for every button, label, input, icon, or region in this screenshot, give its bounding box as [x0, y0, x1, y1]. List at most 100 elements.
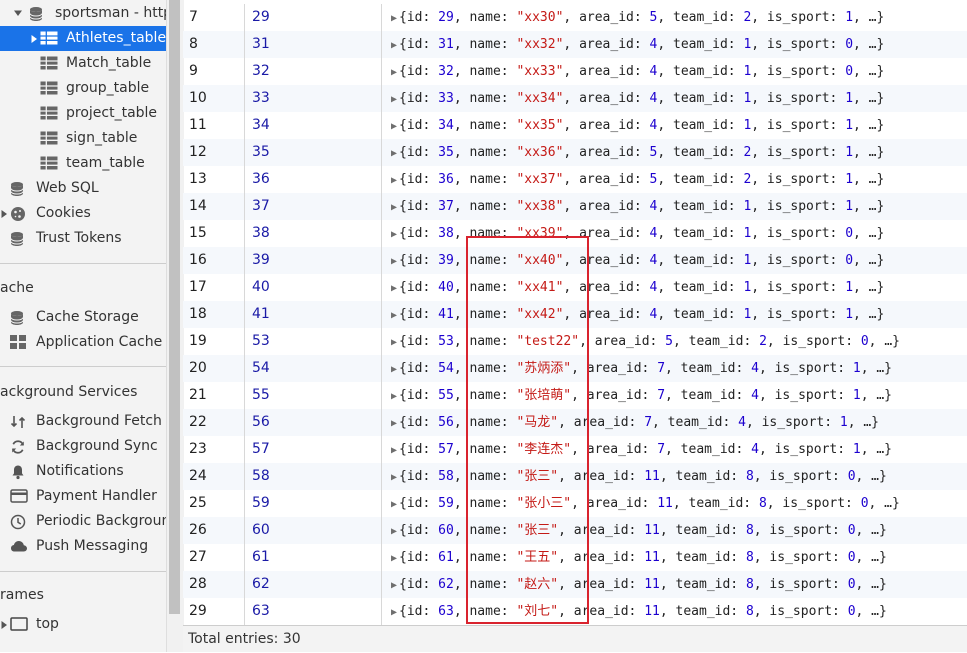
- table-row[interactable]: 19 53 ▶ {id: 53, name: "test22", area_id: 5…: [183, 328, 967, 355]
- expand-arrow-icon[interactable]: ▶: [391, 67, 397, 78]
- value-name: "张小三": [516, 496, 572, 511]
- value-cell[interactable]: ▶ {id: 60, name: "张三", area_id: 11, team_…: [383, 517, 967, 544]
- table-row[interactable]: 9 32 ▶ {id: 32, name: "xx33", area_id: 4, t…: [183, 58, 967, 85]
- value-key-text: , area_id:: [563, 91, 650, 106]
- expand-arrow-icon[interactable]: ▶: [391, 13, 397, 24]
- value-cell[interactable]: ▶ {id: 38, name: "xx39", area_id: 4, team…: [383, 220, 967, 247]
- value-cell[interactable]: ▶ {id: 56, name: "马龙", area_id: 7, team_i…: [383, 409, 967, 436]
- sidebar-item-notifications[interactable]: Notifications: [0, 459, 166, 484]
- expand-arrow-icon[interactable]: ▶: [391, 364, 397, 375]
- value-is-sport: 1: [845, 172, 854, 187]
- table-row[interactable]: 24 58 ▶ {id: 58, name: "张三", area_id: 11, t…: [183, 463, 967, 490]
- expand-arrow-icon[interactable]: ▶: [391, 580, 397, 591]
- sidebar-item-payment-handler[interactable]: Payment Handler: [0, 484, 166, 509]
- table-row[interactable]: 26 60 ▶ {id: 60, name: "张三", area_id: 11, t…: [183, 517, 967, 544]
- expand-arrow-icon[interactable]: ▶: [391, 229, 397, 240]
- table-row[interactable]: 11 34 ▶ {id: 34, name: "xx35", area_id: 4, …: [183, 112, 967, 139]
- value-cell[interactable]: ▶ {id: 61, name: "王五", area_id: 11, team_…: [383, 544, 967, 571]
- expand-arrow-icon[interactable]: ▶: [391, 121, 397, 132]
- sidebar-item-periodic-backgroun[interactable]: Periodic Backgroun: [0, 509, 166, 534]
- value-cell[interactable]: ▶ {id: 29, name: "xx30", area_id: 5, team…: [383, 4, 967, 31]
- value-is-sport: 1: [845, 280, 854, 295]
- value-cell[interactable]: ▶ {id: 37, name: "xx38", area_id: 4, team…: [383, 193, 967, 220]
- expand-arrow-icon[interactable]: ▶: [391, 607, 397, 618]
- table-row[interactable]: 13 36 ▶ {id: 36, name: "xx37", area_id: 5, …: [183, 166, 967, 193]
- table-row[interactable]: 15 38 ▶ {id: 38, name: "xx39", area_id: 4, …: [183, 220, 967, 247]
- value-is-sport: 0: [847, 604, 856, 619]
- value-cell[interactable]: ▶ {id: 62, name: "赵六", area_id: 11, team_…: [383, 571, 967, 598]
- sidebar-item-web-sql[interactable]: Web SQL: [0, 176, 166, 201]
- sidebar-scrollbar-thumb[interactable]: [169, 0, 180, 614]
- value-cell[interactable]: ▶ {id: 63, name: "刘七", area_id: 11, team_…: [383, 598, 967, 625]
- table-row[interactable]: 7 29 ▶ {id: 29, name: "xx30", area_id: 5, t…: [183, 4, 967, 31]
- table-row[interactable]: 10 33 ▶ {id: 33, name: "xx34", area_id: 4, …: [183, 85, 967, 112]
- table-row[interactable]: 17 40 ▶ {id: 40, name: "xx41", area_id: 4, …: [183, 274, 967, 301]
- table-row[interactable]: 29 63 ▶ {id: 63, name: "刘七", area_id: 11, t…: [183, 598, 967, 625]
- table-row[interactable]: 12 35 ▶ {id: 35, name: "xx36", area_id: 5, …: [183, 139, 967, 166]
- sidebar-item-table-athletes_table[interactable]: Athletes_table: [0, 26, 166, 51]
- expand-arrow-icon[interactable]: ▶: [391, 175, 397, 186]
- table-row[interactable]: 22 56 ▶ {id: 56, name: "马龙", area_id: 7, te…: [183, 409, 967, 436]
- expand-arrow-icon[interactable]: [30, 34, 38, 44]
- table-row[interactable]: 28 62 ▶ {id: 62, name: "赵六", area_id: 11, t…: [183, 571, 967, 598]
- expand-arrow-icon[interactable]: ▶: [391, 499, 397, 510]
- sidebar-item-background-fetch[interactable]: Background Fetch: [0, 409, 166, 434]
- table-row[interactable]: 8 31 ▶ {id: 31, name: "xx32", area_id: 4, t…: [183, 31, 967, 58]
- expand-arrow-icon[interactable]: ▶: [391, 472, 397, 483]
- table-row[interactable]: 20 54 ▶ {id: 54, name: "苏炳添", area_id: 7, t…: [183, 355, 967, 382]
- value-cell[interactable]: ▶ {id: 53, name: "test22", area_id: 5, te…: [383, 328, 967, 355]
- value-cell[interactable]: ▶ {id: 35, name: "xx36", area_id: 5, team…: [383, 139, 967, 166]
- sidebar-item-table-project_table[interactable]: project_table: [0, 101, 166, 126]
- sidebar-item-push-messaging[interactable]: Push Messaging: [0, 534, 166, 559]
- value-cell[interactable]: ▶ {id: 54, name: "苏炳添", area_id: 7, team_…: [383, 355, 967, 382]
- sidebar-item-cookies[interactable]: Cookies: [0, 201, 166, 226]
- value-cell[interactable]: ▶ {id: 58, name: "张三", area_id: 11, team_…: [383, 463, 967, 490]
- expand-arrow-icon[interactable]: ▶: [391, 94, 397, 105]
- sidebar-item-frame-top[interactable]: top: [0, 612, 166, 637]
- expand-arrow-icon[interactable]: ▶: [391, 526, 397, 537]
- table-row[interactable]: 25 59 ▶ {id: 59, name: "张小三", area_id: 11, …: [183, 490, 967, 517]
- value-cell[interactable]: ▶ {id: 41, name: "xx42", area_id: 4, team…: [383, 301, 967, 328]
- table-row[interactable]: 14 37 ▶ {id: 37, name: "xx38", area_id: 4, …: [183, 193, 967, 220]
- value-cell[interactable]: ▶ {id: 34, name: "xx35", area_id: 4, team…: [383, 112, 967, 139]
- expand-arrow-icon[interactable]: ▶: [391, 337, 397, 348]
- expand-arrow-icon[interactable]: ▶: [391, 283, 397, 294]
- value-cell[interactable]: ▶ {id: 33, name: "xx34", area_id: 4, team…: [383, 85, 967, 112]
- sidebar-item-background-sync[interactable]: Background Sync: [0, 434, 166, 459]
- expand-arrow-icon[interactable]: ▶: [391, 40, 397, 51]
- table-row[interactable]: 21 55 ▶ {id: 55, name: "张培萌", area_id: 7, t…: [183, 382, 967, 409]
- value-key-text: , area_id:: [563, 172, 650, 187]
- value-cell[interactable]: ▶ {id: 39, name: "xx40", area_id: 4, team…: [383, 247, 967, 274]
- expand-arrow-icon[interactable]: [0, 620, 8, 630]
- expand-arrow-icon[interactable]: ▶: [391, 391, 397, 402]
- expand-arrow-icon[interactable]: ▶: [391, 256, 397, 267]
- expand-arrow-icon[interactable]: ▶: [391, 418, 397, 429]
- value-cell[interactable]: ▶ {id: 59, name: "张小三", area_id: 11, team…: [383, 490, 967, 517]
- value-cell[interactable]: ▶ {id: 55, name: "张培萌", area_id: 7, team_…: [383, 382, 967, 409]
- value-cell[interactable]: ▶ {id: 57, name: "李连杰", area_id: 7, team_…: [383, 436, 967, 463]
- expand-arrow-icon[interactable]: [13, 9, 23, 17]
- value-cell[interactable]: ▶ {id: 40, name: "xx41", area_id: 4, team…: [383, 274, 967, 301]
- expand-arrow-icon[interactable]: [0, 209, 8, 219]
- table-row[interactable]: 18 41 ▶ {id: 41, name: "xx42", area_id: 4, …: [183, 301, 967, 328]
- sidebar-item-trust-tokens[interactable]: Trust Tokens: [0, 226, 166, 251]
- expand-arrow-icon[interactable]: ▶: [391, 310, 397, 321]
- expand-arrow-icon[interactable]: ▶: [391, 202, 397, 213]
- expand-arrow-icon[interactable]: ▶: [391, 553, 397, 564]
- value-cell[interactable]: ▶ {id: 32, name: "xx33", area_id: 4, team…: [383, 58, 967, 85]
- sidebar-item-table-sign_table[interactable]: sign_table: [0, 126, 166, 151]
- value-cell[interactable]: ▶ {id: 36, name: "xx37", area_id: 5, team…: [383, 166, 967, 193]
- table-row[interactable]: 16 39 ▶ {id: 39, name: "xx40", area_id: 4, …: [183, 247, 967, 274]
- sidebar-item-table-match_table[interactable]: Match_table: [0, 51, 166, 76]
- sidebar-item-cache-storage[interactable]: Cache Storage: [0, 305, 166, 330]
- expand-arrow-icon[interactable]: ▶: [391, 148, 397, 159]
- sidebar-item-table-team_table[interactable]: team_table: [0, 151, 166, 176]
- table-row[interactable]: 27 61 ▶ {id: 61, name: "王五", area_id: 11, t…: [183, 544, 967, 571]
- value-cell[interactable]: ▶ {id: 31, name: "xx32", area_id: 4, team…: [383, 31, 967, 58]
- expand-arrow-icon[interactable]: ▶: [391, 445, 397, 456]
- sidebar-item-application-cache[interactable]: Application Cache: [0, 330, 166, 355]
- sidebar-item-database[interactable]: sportsman - http:: [0, 1, 166, 26]
- sidebar-item-table-group_table[interactable]: group_table: [0, 76, 166, 101]
- table-row[interactable]: 23 57 ▶ {id: 57, name: "李连杰", area_id: 7, t…: [183, 436, 967, 463]
- value-key-text: , is_sport:: [766, 496, 861, 511]
